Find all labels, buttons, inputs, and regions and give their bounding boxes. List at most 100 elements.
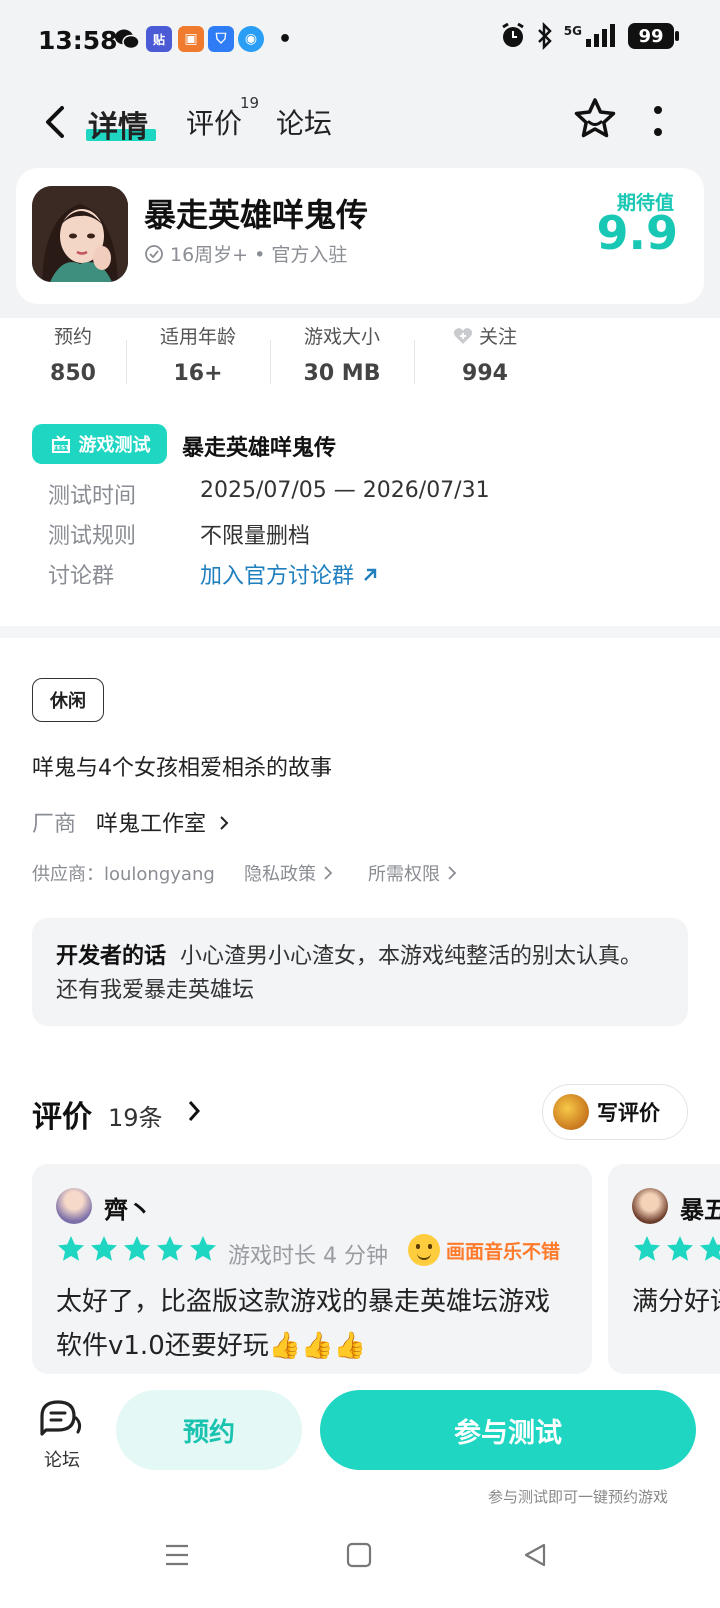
heart-plus-icon [453, 328, 473, 344]
tab-details[interactable]: 详情 [88, 102, 148, 146]
svg-text:TEST: TEST [52, 445, 70, 452]
system-nav-bar [0, 1518, 720, 1608]
game-avatar [32, 186, 128, 282]
join-group-link-text: 加入官方讨论群 [200, 564, 355, 589]
stat-value: 994 [462, 361, 508, 386]
app-icon-orange: ▣ [178, 26, 204, 52]
write-review-button[interactable]: 写评价 [542, 1084, 688, 1140]
star-icon [700, 1236, 720, 1261]
stat-value: 850 [50, 361, 96, 386]
review-user-name: 齊丶 [104, 1196, 152, 1224]
tab-forum[interactable]: 论坛 [276, 102, 332, 142]
review-tag: 画面音乐不错 [408, 1234, 560, 1266]
supplier-text: 供应商：loulongyang [32, 864, 215, 885]
discussion-group-label: 讨论群 [48, 564, 115, 589]
privacy-policy-label: 隐私政策 [244, 864, 316, 885]
tieba-icon: 贴 [146, 26, 172, 52]
top-header: 详情 评价 19 论坛 [0, 84, 720, 164]
join-test-button[interactable]: 参与测试 [320, 1390, 696, 1470]
join-group-link[interactable]: 加入官方讨论群 [200, 558, 379, 590]
stat-size: 游戏大小 30 MB [290, 322, 394, 386]
home-icon[interactable] [346, 1542, 372, 1568]
chevron-right-icon [448, 866, 457, 880]
star-icon [124, 1236, 150, 1261]
arrow-up-right-icon [364, 568, 377, 581]
star-icon [667, 1236, 693, 1261]
divider [270, 340, 271, 384]
star-icon [157, 1236, 183, 1261]
status-time: 13:58 [38, 26, 118, 55]
check-circle-icon [145, 244, 163, 263]
avatar [56, 1188, 92, 1224]
stat-label: 游戏大小 [303, 326, 380, 348]
stats-row: 预约 850 适用年龄 16+ 游戏大小 30 MB 关注 994 [0, 322, 720, 402]
expectation-value: 9.9 [596, 206, 679, 260]
smile-emoji-icon [408, 1234, 440, 1266]
game-test-badge-label: 游戏测试 [78, 435, 151, 456]
star-icon [634, 1236, 660, 1261]
test-rule-value: 不限量删档 [200, 524, 311, 549]
write-review-avatar-icon [553, 1094, 589, 1130]
review-playtime: 游戏时长 4 分钟 [228, 1244, 388, 1269]
test-rule-label: 测试规则 [48, 524, 137, 549]
reviews-count[interactable]: 19条 [108, 1098, 163, 1133]
star-icon [58, 1236, 84, 1261]
chevron-right-icon[interactable] [186, 1098, 202, 1124]
status-right: 5G 99 [500, 22, 679, 50]
stat-label: 适用年龄 [159, 326, 236, 348]
vendor-name: 咩鬼工作室 [96, 812, 207, 837]
stat-value: 16+ [173, 361, 223, 386]
stat-label: 预约 [53, 326, 92, 348]
divider [126, 340, 127, 384]
forum-label[interactable]: 论坛 [44, 1446, 80, 1472]
vendor-label: 厂商 [32, 812, 77, 837]
stat-label-text: 关注 [479, 326, 518, 348]
join-test-hint: 参与测试即可一键预约游戏 [487, 1488, 668, 1506]
game-title: 暴走英雄咩鬼传 [144, 196, 369, 234]
signal-icon [586, 24, 615, 47]
developer-note: 开发者的话 小心渣男小心渣女，本游戏纯整活的别太认真。还有我爱暴走英雄坛 [32, 918, 688, 1026]
wechat-icon [114, 26, 140, 52]
stat-reservations: 预约 850 [40, 322, 106, 386]
back-icon[interactable] [522, 1542, 548, 1568]
permissions-link[interactable]: 所需权限 [368, 860, 458, 886]
review-tag-text: 画面音乐不错 [446, 1240, 561, 1263]
stat-age: 适用年龄 16+ [148, 322, 248, 386]
test-game-name: 暴走英雄咩鬼传 [182, 436, 337, 461]
forum-icon[interactable] [38, 1398, 84, 1438]
reserve-button[interactable]: 预约 [116, 1390, 302, 1470]
shield-app-icon: ⛉ [208, 26, 234, 52]
reviews-count-badge: 19 [240, 94, 260, 112]
tab-reviews[interactable]: 评价 [186, 102, 242, 142]
menu-icon[interactable] [164, 1542, 190, 1568]
network-type: 5G [563, 24, 582, 38]
bluetooth-icon [537, 22, 552, 50]
battery-indicator: 99 [628, 23, 679, 49]
favorite-star-icon[interactable] [572, 96, 618, 142]
developer-note-title: 开发者的话 [56, 944, 167, 969]
vendor-link[interactable]: 咩鬼工作室 [96, 806, 231, 838]
more-options-icon[interactable] [650, 102, 666, 142]
section-divider [0, 626, 720, 638]
game-card: 暴走英雄咩鬼传 16周岁+ • 官方入驻 期待值 9.9 [16, 168, 704, 304]
divider [414, 340, 415, 384]
genre-tag[interactable]: 休闲 [32, 678, 104, 722]
review-rating [632, 1234, 720, 1264]
game-description: 咩鬼与4个女孩相爱相杀的故事 [32, 756, 332, 781]
back-arrow-icon[interactable] [40, 102, 70, 142]
privacy-policy-link[interactable]: 隐私政策 [244, 860, 334, 886]
chevron-right-icon [220, 816, 229, 830]
alarm-icon [502, 22, 524, 47]
write-review-label: 写评价 [597, 1101, 660, 1125]
star-icon [91, 1236, 117, 1261]
review-text: 太好了，比盗版这款游戏的暴走英雄坛游戏软件v1.0还要好玩👍👍👍 [56, 1287, 551, 1361]
stat-follow[interactable]: 关注 994 [440, 322, 530, 386]
review-rating [56, 1234, 218, 1264]
game-subtitle: 16周岁+ • 官方入驻 [144, 240, 347, 267]
review-card[interactable]: 暴五 满分好评 [608, 1164, 720, 1374]
game-test-badge: TEST 游戏测试 [32, 424, 167, 464]
review-card[interactable]: 齊丶 游戏时长 4 分钟 画面音乐不错 太好了，比盗版这款游戏的暴走英雄坛游戏软… [32, 1164, 592, 1374]
chevron-right-icon [324, 866, 333, 880]
game-subtitle-text: 16周岁+ • 官方入驻 [170, 244, 348, 266]
reviews-heading: 评价 [32, 1100, 92, 1135]
